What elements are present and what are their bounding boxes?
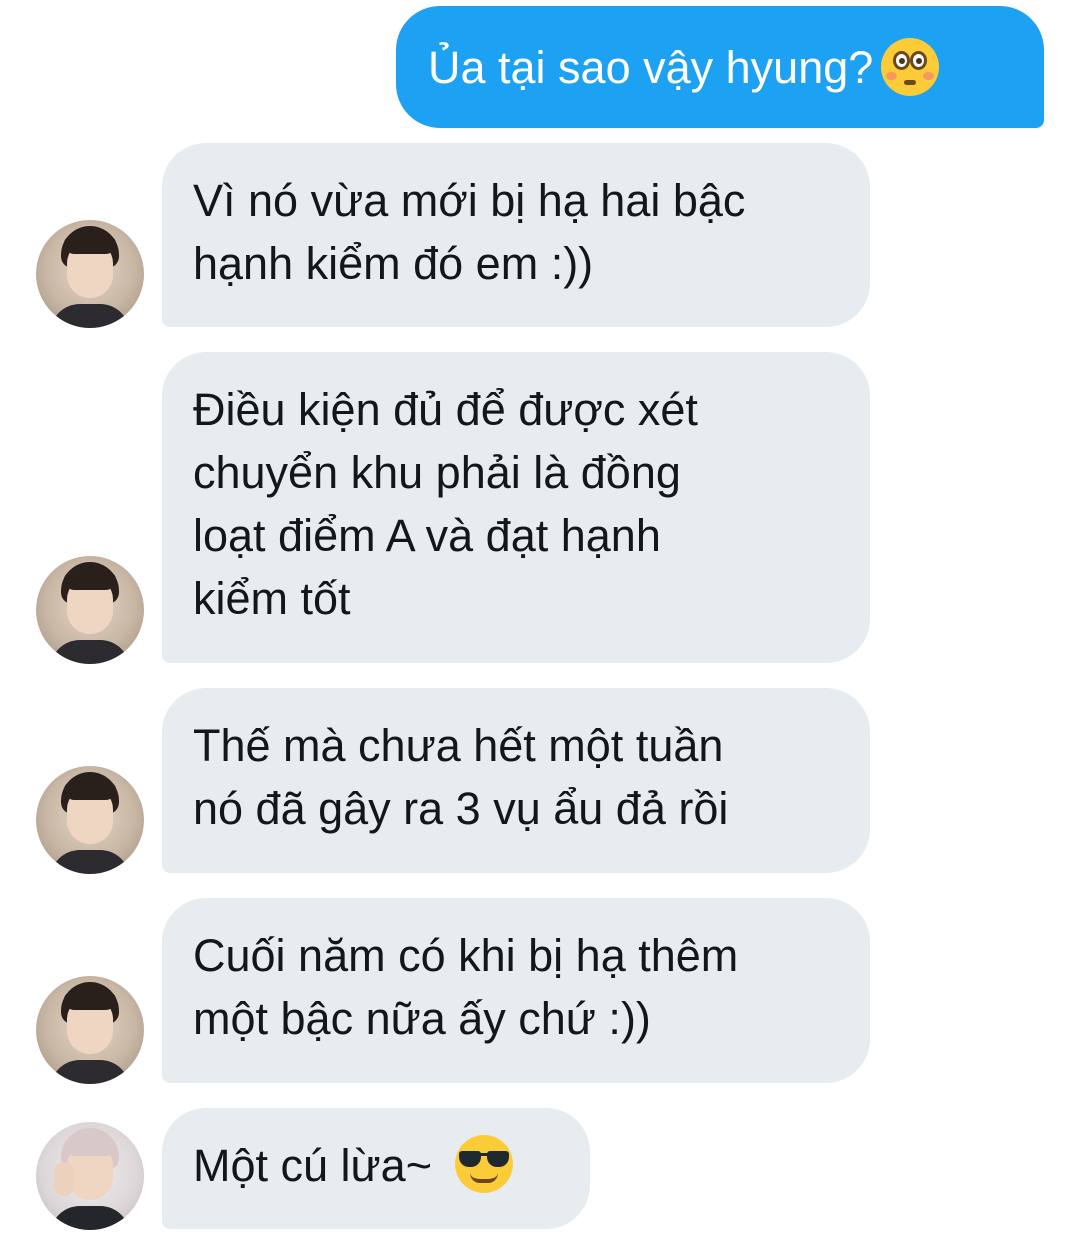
outgoing-message-text: Ủa tại sao vậy hyung? bbox=[428, 41, 874, 93]
sender-avatar[interactable] bbox=[36, 766, 144, 874]
smiling-face-with-sunglasses-emoji-icon bbox=[454, 1135, 513, 1193]
message-line: Thế mà chưa hết một tuần bbox=[193, 720, 724, 771]
message-line: loạt điểm A và đạt hạnh bbox=[193, 510, 661, 561]
sender-avatar[interactable] bbox=[36, 1122, 144, 1230]
message-line: hạnh kiểm đó em :)) bbox=[193, 238, 594, 289]
message-line: Cuối năm có khi bị hạ thêm bbox=[193, 930, 739, 981]
message-line: Điều kiện đủ để được xét bbox=[193, 384, 698, 435]
sender-avatar[interactable] bbox=[36, 220, 144, 328]
message-line: kiểm tốt bbox=[193, 573, 351, 624]
sender-avatar[interactable] bbox=[36, 976, 144, 1084]
message-line: Vì nó vừa mới bị hạ hai bậc bbox=[193, 175, 746, 226]
incoming-message-bubble[interactable]: Thế mà chưa hết một tuần nó đã gây ra 3 … bbox=[162, 688, 870, 873]
sender-avatar[interactable] bbox=[36, 556, 144, 664]
message-line: một bậc nữa ấy chứ :)) bbox=[193, 993, 651, 1044]
incoming-message-bubble[interactable]: Một cú lừa~ bbox=[162, 1108, 590, 1229]
incoming-message-bubble[interactable]: Cuối năm có khi bị hạ thêm một bậc nữa ấ… bbox=[162, 898, 870, 1083]
message-line: Một cú lừa~ bbox=[193, 1140, 432, 1191]
message-line: nó đã gây ra 3 vụ ẩu đả rồi bbox=[193, 783, 729, 834]
message-line: chuyển khu phải là đồng bbox=[193, 447, 681, 498]
incoming-message-bubble[interactable]: Điều kiện đủ để được xét chuyển khu phải… bbox=[162, 352, 870, 663]
outgoing-message-bubble[interactable]: Ủa tại sao vậy hyung? bbox=[396, 6, 1044, 128]
flushed-face-emoji-icon bbox=[881, 38, 940, 96]
incoming-message-bubble[interactable]: Vì nó vừa mới bị hạ hai bậc hạnh kiểm đó… bbox=[162, 143, 870, 327]
